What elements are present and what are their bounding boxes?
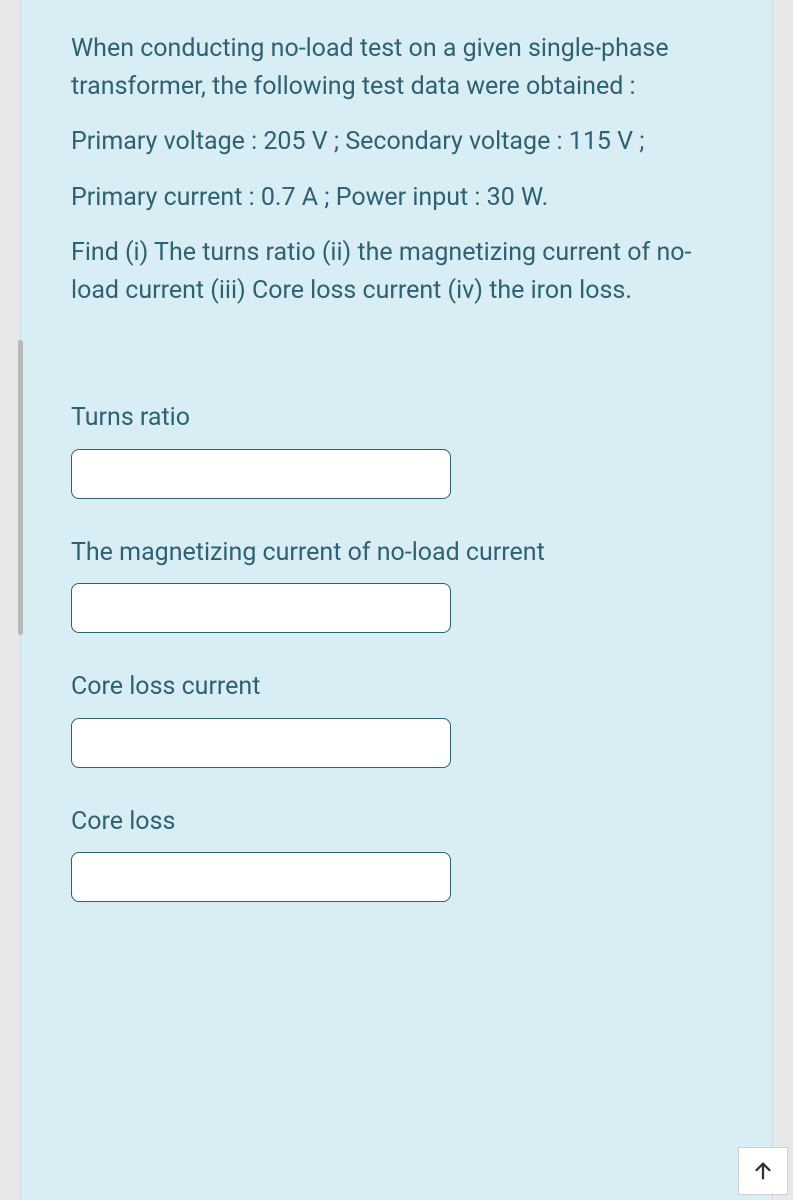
scroll-indicator[interactable]: [18, 340, 23, 635]
core-loss-input[interactable]: [71, 852, 451, 902]
answer-label: Core loss: [71, 803, 722, 841]
core-loss-current-input[interactable]: [71, 718, 451, 768]
scroll-to-top-button[interactable]: [738, 1147, 788, 1195]
question-paragraph: Find (i) The turns ratio (ii) the magnet…: [71, 234, 722, 309]
question-paragraph: Primary voltage : 205 V ; Secondary volt…: [71, 123, 722, 161]
answer-field-turns-ratio: Turns ratio: [71, 399, 722, 499]
answer-section: Turns ratio The magnetizing current of n…: [71, 399, 722, 902]
answer-field-magnetizing-current: The magnetizing current of no-load curre…: [71, 534, 722, 634]
question-paragraph: Primary current : 0.7 A ; Power input : …: [71, 179, 722, 217]
answer-label: Core loss current: [71, 668, 722, 706]
question-paragraph: When conducting no-load test on a given …: [71, 30, 722, 105]
magnetizing-current-input[interactable]: [71, 583, 451, 633]
answer-label: The magnetizing current of no-load curre…: [71, 534, 722, 572]
turns-ratio-input[interactable]: [71, 449, 451, 499]
question-text: When conducting no-load test on a given …: [71, 30, 722, 309]
answer-field-core-loss: Core loss: [71, 803, 722, 903]
question-card: When conducting no-load test on a given …: [20, 0, 773, 1200]
arrow-up-icon: [752, 1160, 774, 1182]
answer-field-core-loss-current: Core loss current: [71, 668, 722, 768]
answer-label: Turns ratio: [71, 399, 722, 437]
